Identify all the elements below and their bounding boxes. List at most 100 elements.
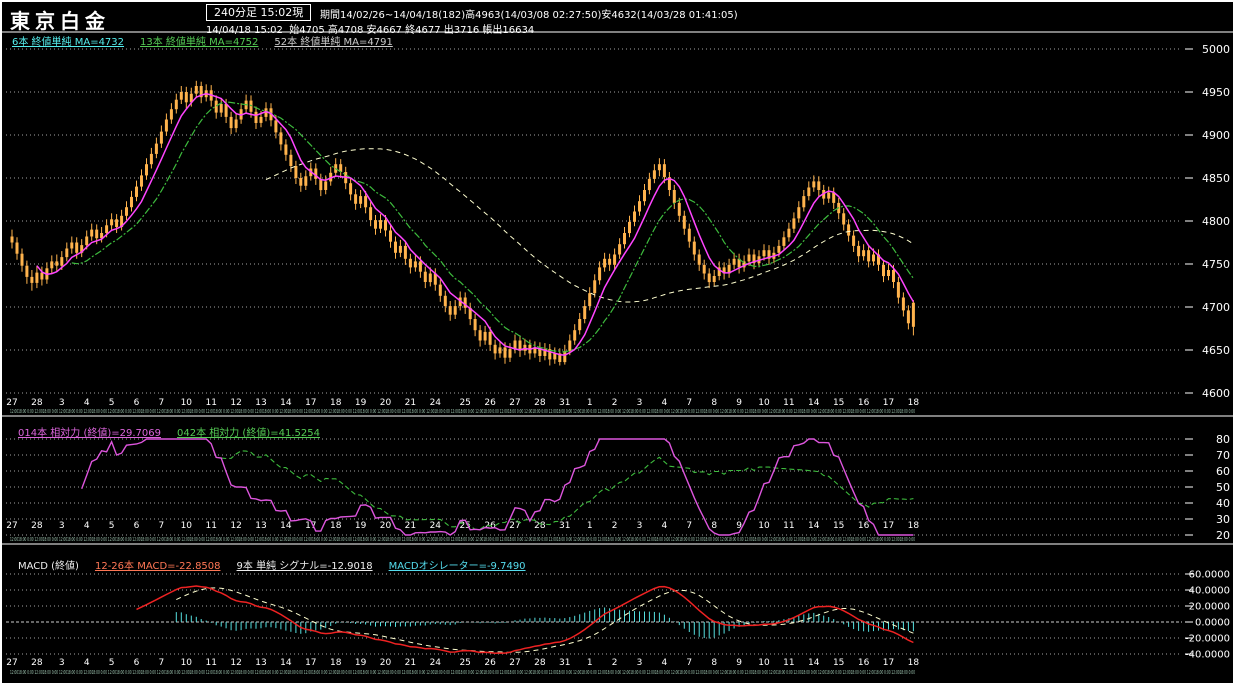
date-label: 9: [736, 398, 742, 408]
date-label: 18: [908, 658, 920, 668]
date-label: 17: [883, 398, 894, 408]
price-axis-label: 4900: [1202, 129, 1230, 142]
rsi-axis-label: 30: [1216, 513, 1230, 526]
rsi-axis-label: 40: [1216, 497, 1230, 510]
date-label: 15: [833, 658, 844, 668]
legend-item[interactable]: 6本 終値単純 MA=4732: [12, 37, 124, 48]
date-label: 19: [355, 398, 367, 408]
date-label: 12: [230, 521, 241, 531]
date-label: 8: [711, 658, 717, 668]
rsi-axis-label: 60: [1216, 465, 1230, 478]
chart-window: 5000 4950 4900 4850 4800 4750 4700 4650 4600 80 70…: [0, 0, 1235, 685]
date-label: 11: [205, 658, 216, 668]
period-summary: 期間14/02/26~14/04/18(182)高4963(14/03/08 0…: [320, 10, 738, 21]
date-label: 6: [134, 521, 140, 531]
date-label: 10: [758, 658, 770, 668]
date-label: 25: [459, 398, 470, 408]
macd-axis-label: 40.0000: [1189, 586, 1230, 597]
date-label: 17: [305, 398, 316, 408]
date-label: 5: [109, 521, 115, 531]
date-label: 26: [484, 398, 496, 408]
date-label: 3: [59, 398, 65, 408]
date-label: 3: [59, 658, 65, 668]
macd-axis-label: 20.0000: [1189, 602, 1230, 613]
date-label: 8: [711, 521, 717, 531]
date-label: 16: [858, 658, 870, 668]
date-label: 11: [205, 398, 216, 408]
candlesticks: [10, 80, 915, 366]
date-label: 28: [31, 521, 43, 531]
price-axis-label: 4800: [1202, 215, 1230, 228]
date-label: 9: [736, 658, 742, 668]
date-label: 12: [230, 658, 241, 668]
macd-axis-label: 0.0000: [1195, 618, 1230, 629]
instrument-title: 東京白金: [10, 9, 110, 33]
legend-item[interactable]: 12-26本 MACD=-22.8508: [95, 561, 221, 572]
date-label: 8: [711, 398, 717, 408]
date-label: 13: [255, 398, 266, 408]
date-label: 13: [255, 658, 266, 668]
date-label: 1: [587, 658, 593, 668]
ma13-line: [71, 101, 914, 353]
ma-legend: 6本 終値単純 MA=4732 13本 終値単純 MA=4752 52本 終値単純 …: [12, 33, 409, 48]
date-label: 18: [330, 398, 342, 408]
time-axis-row: 12:0018:00 0:00 12:0018:00 0:00 12:0018:…: [10, 537, 915, 543]
date-label: 17: [305, 658, 316, 668]
date-label: 10: [758, 521, 770, 531]
date-label: 13: [255, 521, 266, 531]
date-label: 10: [181, 398, 193, 408]
date-label: 18: [908, 521, 920, 531]
date-label: 14: [280, 398, 292, 408]
price-axis-label: 5000: [1202, 43, 1230, 56]
date-label: 6: [134, 658, 140, 668]
date-label: 14: [808, 658, 820, 668]
legend-item[interactable]: 014本 相対力 (終値)=29.7069: [18, 428, 161, 439]
date-label: 21: [405, 658, 416, 668]
date-label: 1: [587, 521, 593, 531]
date-label: 3: [637, 398, 643, 408]
legend-item[interactable]: 9本 単純 シグナル=-12.9018: [237, 561, 373, 572]
date-label: 25: [459, 658, 470, 668]
date-label: 16: [858, 521, 870, 531]
macd-histogram: [175, 607, 914, 639]
rsi42-line: [221, 450, 914, 531]
date-label: 27: [6, 658, 17, 668]
date-label: 12: [230, 398, 241, 408]
date-label: 31: [559, 398, 570, 408]
date-label: 16: [858, 398, 870, 408]
date-label: 7: [686, 521, 692, 531]
macd-axis-label: 60.0000: [1189, 570, 1230, 581]
date-label: 24: [430, 658, 442, 668]
date-label: 24: [430, 398, 442, 408]
legend-item[interactable]: 13本 終値単純 MA=4752: [140, 37, 258, 48]
date-label: 20: [380, 521, 392, 531]
date-label: 14: [280, 521, 292, 531]
date-label: 27: [6, 398, 17, 408]
date-label: 17: [883, 521, 894, 531]
macd-legend: MACD (終値) 12-26本 MACD=-22.8508 9本 単純 シグナル=…: [18, 557, 542, 572]
date-label: 7: [159, 398, 165, 408]
date-label: 21: [405, 521, 416, 531]
date-label: 28: [31, 658, 43, 668]
date-label: 31: [559, 521, 570, 531]
date-label: 20: [380, 658, 392, 668]
price-axis-label: 4750: [1202, 258, 1230, 271]
legend-item[interactable]: 042本 相対力 (終値)=41.5254: [177, 428, 320, 439]
date-label: 15: [833, 521, 844, 531]
date-label: 28: [534, 398, 546, 408]
rsi-legend: 014本 相対力 (終値)=29.7069 042本 相対力 (終値)=41.52…: [18, 424, 336, 439]
date-label: 19: [355, 658, 367, 668]
date-label: 19: [355, 521, 367, 531]
date-label: 18: [908, 398, 920, 408]
date-label: 5: [109, 658, 115, 668]
date-label: 11: [783, 398, 794, 408]
date-label: 27: [509, 398, 520, 408]
date-label: 2: [612, 398, 618, 408]
timeframe-indicator[interactable]: 240分足 15:02現: [206, 4, 312, 21]
legend-item[interactable]: MACDオシレーター=-9.7490: [389, 561, 526, 572]
rsi-axis-label: 50: [1216, 481, 1230, 494]
date-label: 10: [758, 398, 770, 408]
legend-item[interactable]: 52本 終値単純 MA=4791: [274, 37, 392, 48]
date-label: 2: [612, 658, 618, 668]
date-label: 3: [637, 658, 643, 668]
